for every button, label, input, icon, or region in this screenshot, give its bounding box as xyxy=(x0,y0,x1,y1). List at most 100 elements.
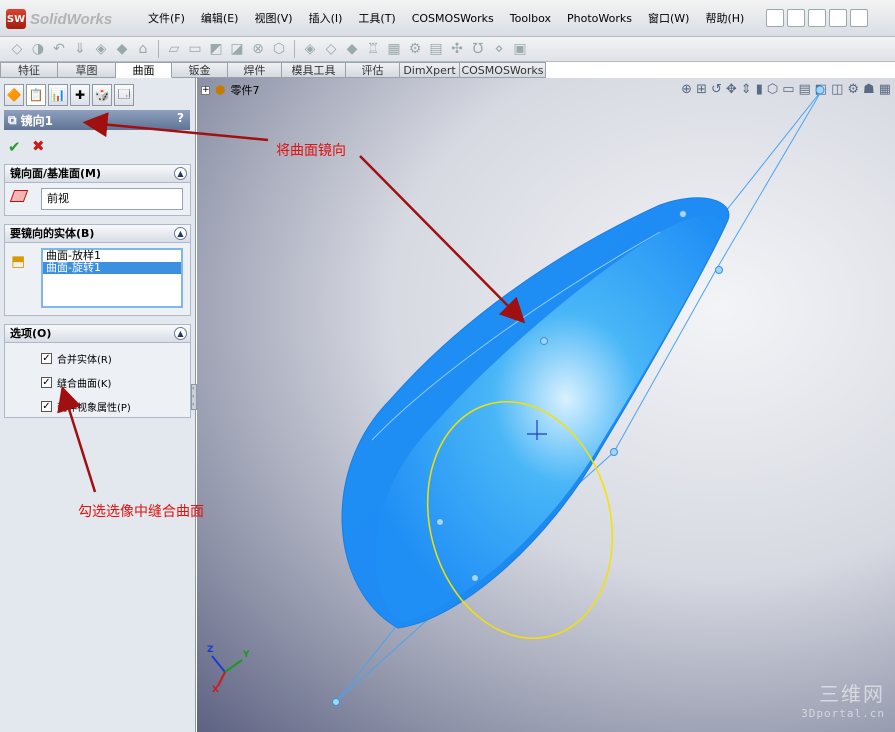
feature-tree-flyout[interactable]: + ⬢ 零件7 xyxy=(201,82,259,98)
tab-sheet-metal[interactable]: 钣金 xyxy=(172,62,228,78)
tab-dimxpert[interactable]: DimXpert xyxy=(400,62,460,78)
dimxpert-manager-tab-icon[interactable]: ✚ xyxy=(70,84,90,106)
checkbox-box[interactable]: ✓ xyxy=(41,401,52,412)
group-title: 要镜向的实体(B) xyxy=(10,227,95,240)
bodies-list[interactable]: 曲面-放样1 曲面-旋转1 xyxy=(41,248,183,308)
edit-appearance-icon[interactable]: ▤ xyxy=(799,82,811,97)
replace-face-icon[interactable]: ♖ xyxy=(364,40,382,58)
swept-surface-icon[interactable]: ↶ xyxy=(50,40,68,58)
list-item[interactable]: 曲面-旋转1 xyxy=(43,262,181,274)
save-icon[interactable] xyxy=(808,9,826,27)
options-icon[interactable]: ▦ xyxy=(879,82,891,97)
tab-cosmosworks[interactable]: COSMOSWorks xyxy=(460,62,546,78)
checkbox-box[interactable]: ✓ xyxy=(41,353,52,364)
mirror-plane-field[interactable]: 前视 xyxy=(41,188,183,210)
extruded-surface-icon[interactable]: ◇ xyxy=(8,40,26,58)
group-header[interactable]: 镜向面/基准面(M) ▲ xyxy=(5,165,190,183)
toolbar-separator xyxy=(158,40,159,58)
collapse-icon[interactable]: ▲ xyxy=(174,327,187,340)
untrim-surface-icon[interactable]: ◇ xyxy=(322,40,340,58)
property-manager-header: ⧉ 镜向1 ? xyxy=(4,110,190,130)
part-icon: ⬢ xyxy=(215,83,226,97)
menu-cosmosworks[interactable]: COSMOSWorks xyxy=(404,10,502,28)
zoom-to-fit-icon[interactable]: ⊕ xyxy=(681,82,692,97)
open-icon[interactable] xyxy=(787,9,805,27)
menu-file[interactable]: 文件(F) xyxy=(140,10,193,28)
mirror-annotation: 将曲面镜向 xyxy=(276,143,346,159)
curves-icon[interactable]: ℧ xyxy=(469,40,487,58)
split-line-icon[interactable]: ▤ xyxy=(427,40,445,58)
tab-surfaces[interactable]: 曲面 xyxy=(116,62,172,78)
heads-up-view-toolbar: ⊕ ⊞ ↺ ✥ ⇕ ▮ ⬡ ▭ ▤ ◧ ◫ ⚙ ☗ ▦ xyxy=(681,82,891,97)
print-icon[interactable] xyxy=(829,9,847,27)
tab-features[interactable]: 特征 xyxy=(0,62,58,78)
knit-surface-icon[interactable]: ◩ xyxy=(207,40,225,58)
image-icon[interactable]: ▣ xyxy=(511,40,529,58)
menu-view[interactable]: 视图(V) xyxy=(246,10,300,28)
trim-surface-icon[interactable]: ◈ xyxy=(301,40,319,58)
menu-window[interactable]: 窗口(W) xyxy=(640,10,697,28)
reference-geometry-icon[interactable]: ✣ xyxy=(448,40,466,58)
app-logo[interactable]: SW SolidWorks xyxy=(6,8,112,30)
planar-surface-icon[interactable]: ⌂ xyxy=(134,40,152,58)
hide-show-icon[interactable]: ▭ xyxy=(782,82,794,97)
expand-icon[interactable]: + xyxy=(201,85,210,95)
checkbox-box[interactable]: ✓ xyxy=(41,377,52,388)
app-title: SolidWorks xyxy=(30,10,113,28)
menu-tools[interactable]: 工具(T) xyxy=(350,10,403,28)
knit-surfaces-checkbox[interactable]: ✓ 缝合曲面(K) xyxy=(41,375,111,390)
view-settings-icon[interactable]: ◫ xyxy=(831,82,843,97)
body-selection-icon: ⬒ xyxy=(11,252,26,270)
group-header[interactable]: 要镜向的实体(B) ▲ xyxy=(5,225,190,243)
offset-surface-icon[interactable]: ▱ xyxy=(165,40,183,58)
collapse-icon[interactable]: ▲ xyxy=(174,227,187,240)
new-document-icon[interactable] xyxy=(766,9,784,27)
propagate-visual-properties-checkbox[interactable]: ✓ 延伸视象属性(P) xyxy=(41,399,131,414)
help-button[interactable]: ? xyxy=(177,111,184,125)
render-manager-tab-icon[interactable]: 🗔 xyxy=(114,84,134,106)
property-manager-tab-icon[interactable]: 📋 xyxy=(26,84,46,106)
plane-icon xyxy=(9,190,29,202)
view-orientation-icon[interactable]: ▮ xyxy=(756,82,763,97)
realview-icon[interactable]: ☗ xyxy=(863,82,875,97)
boundary-surface-icon[interactable]: ◈ xyxy=(92,40,110,58)
previous-view-icon[interactable]: ↺ xyxy=(711,82,722,97)
tab-evaluate[interactable]: 评估 xyxy=(346,62,400,78)
graphics-area[interactable]: + ⬢ 零件7 ⊕ ⊞ ↺ ✥ ⇕ ▮ ⬡ ▭ ▤ ◧ ◫ ⚙ ☗ ▦ xyxy=(197,78,895,732)
menu-edit[interactable]: 编辑(E) xyxy=(193,10,247,28)
menu-toolbox[interactable]: Toolbox xyxy=(502,10,559,28)
tab-weldments[interactable]: 焊件 xyxy=(228,62,282,78)
menu-photoworks[interactable]: PhotoWorks xyxy=(559,10,640,28)
fillet-icon[interactable]: ▦ xyxy=(385,40,403,58)
configuration-manager-tab-icon[interactable]: 📊 xyxy=(48,84,68,106)
undo-icon[interactable] xyxy=(850,9,868,27)
feature-manager-tab-icon[interactable]: 🔶 xyxy=(4,84,24,106)
lofted-surface-icon[interactable]: ⇓ xyxy=(71,40,89,58)
section-view-icon[interactable]: ⇕ xyxy=(741,82,752,97)
collapse-icon[interactable]: ▲ xyxy=(174,167,187,180)
tab-mold-tools[interactable]: 模具工具 xyxy=(282,62,346,78)
tab-sketch[interactable]: 草图 xyxy=(58,62,116,78)
mold-tools-icon[interactable]: ⋄ xyxy=(490,40,508,58)
merge-solids-checkbox[interactable]: ✓ 合并实体(R) xyxy=(41,351,112,366)
group-header[interactable]: 选项(O) ▲ xyxy=(5,325,190,343)
thicken-icon[interactable]: ⬡ xyxy=(270,40,288,58)
ok-button[interactable]: ✔ xyxy=(8,138,21,156)
ruled-surface-icon[interactable]: ▭ xyxy=(186,40,204,58)
pan-icon[interactable]: ✥ xyxy=(726,82,737,97)
zoom-to-area-icon[interactable]: ⊞ xyxy=(696,82,707,97)
filled-surface-icon[interactable]: ◆ xyxy=(113,40,131,58)
shadows-icon[interactable]: ⚙ xyxy=(847,82,859,97)
cancel-button[interactable]: ✖ xyxy=(32,137,45,155)
radiate-surface-icon[interactable]: ◪ xyxy=(228,40,246,58)
display-style-icon[interactable]: ⬡ xyxy=(767,82,778,97)
revolved-surface-icon[interactable]: ◑ xyxy=(29,40,47,58)
menu-help[interactable]: 帮助(H) xyxy=(697,10,752,28)
extend-surface-icon[interactable]: ◆ xyxy=(343,40,361,58)
display-manager-tab-icon[interactable]: 🎲 xyxy=(92,84,112,106)
property-manager-panel: 🔶 📋 📊 ✚ 🎲 🗔 ⧉ 镜向1 ? ✔ ✖ 镜向面/基准面(M) ▲ 前视 … xyxy=(0,78,197,732)
mid-surface-icon[interactable]: ⚙ xyxy=(406,40,424,58)
menu-insert[interactable]: 插入(I) xyxy=(301,10,351,28)
delete-face-icon[interactable]: ⊗ xyxy=(249,40,267,58)
apply-scene-icon[interactable]: ◧ xyxy=(815,82,827,97)
